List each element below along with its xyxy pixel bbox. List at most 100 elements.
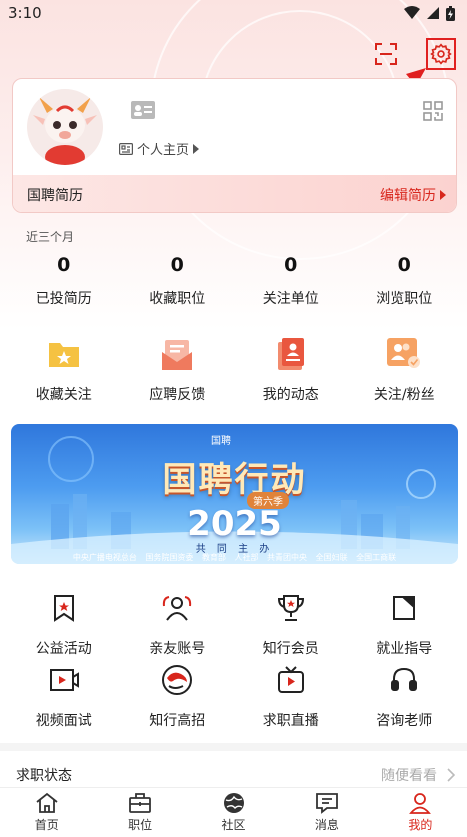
followers-icon (384, 334, 424, 374)
banner-organizers: 中央广播电视总台 国务院国资委 教育部 人社部 共青团中央 全国妇联 全国工商联 (72, 553, 397, 562)
stat-label: 收藏职位 (149, 291, 206, 307)
service-consult-teacher[interactable]: 咨询老师 (348, 660, 462, 730)
resume-bar[interactable]: 国聘简历 编辑简历 (13, 175, 456, 212)
service-label: 就业指导 (376, 641, 433, 657)
service-charity-events[interactable]: 公益活动 (7, 588, 121, 658)
job-status-value: 随便看看 (381, 765, 455, 785)
profile-card-icon (119, 142, 133, 155)
stat-value: 0 (57, 254, 71, 276)
tab-jobs[interactable]: 职位 (93, 788, 186, 837)
signal-icon (427, 7, 439, 19)
shortcut-label: 关注/粉丝 (373, 387, 435, 403)
live-tv-icon (271, 660, 311, 700)
tab-label: 社区 (221, 818, 246, 832)
service-job-live[interactable]: 求职直播 (234, 660, 348, 730)
stat-saved-jobs[interactable]: 0 收藏职位 (121, 254, 235, 308)
avatar[interactable] (27, 89, 103, 165)
service-video-interview[interactable]: 视频面试 (7, 660, 121, 730)
service-label: 知行高招 (149, 713, 206, 729)
service-label: 咨询老师 (376, 713, 433, 729)
wifi-icon (404, 6, 420, 19)
stat-label: 关注单位 (262, 291, 319, 307)
service-label: 视频面试 (35, 713, 92, 729)
stat-viewed-jobs[interactable]: 0 浏览职位 (348, 254, 462, 308)
video-interview-icon (44, 660, 84, 700)
qr-code-icon[interactable] (423, 101, 443, 125)
shortcut-label: 我的动态 (262, 387, 319, 403)
tab-me[interactable]: 我的 (374, 788, 467, 837)
tab-messages[interactable]: 消息 (280, 788, 373, 837)
shortcut-followers[interactable]: 关注/粉丝 (348, 334, 462, 404)
battery-icon (446, 5, 455, 21)
community-globe-icon (223, 793, 244, 813)
dragon-mascot-icon (33, 97, 97, 165)
id-card-icon[interactable] (131, 101, 155, 123)
headset-icon (384, 660, 424, 700)
service-label: 亲友账号 (149, 641, 206, 657)
service-family-account[interactable]: 亲友账号 (121, 588, 235, 658)
shortcut-favorites[interactable]: 收藏关注 (7, 334, 121, 404)
shortcut-my-posts[interactable]: 我的动态 (234, 334, 348, 404)
stat-label: 浏览职位 (376, 291, 433, 307)
shortcut-feedback[interactable]: 应聘反馈 (121, 334, 235, 404)
banner-year: 2025 (187, 504, 282, 544)
shortcut-label: 应聘反馈 (149, 387, 206, 403)
tab-label: 首页 (34, 818, 59, 832)
service-career-guidance[interactable]: 就业指导 (348, 588, 462, 658)
caret-right-icon (440, 189, 446, 200)
feedback-envelope-icon (157, 334, 197, 374)
job-status-hint: 随便看看 (381, 768, 437, 784)
status-icons (404, 5, 455, 21)
guide-book-icon (384, 588, 424, 628)
service-membership[interactable]: 知行会员 (234, 588, 348, 658)
job-status-row[interactable]: 求职状态 随便看看 (0, 760, 467, 790)
services-row-1: 公益活动 亲友账号 知行会员 就业指导 (7, 588, 461, 658)
tab-label: 消息 (314, 818, 339, 832)
tab-label: 职位 (128, 818, 153, 832)
message-icon (316, 793, 338, 814)
edit-resume-label: 编辑简历 (380, 187, 436, 204)
service-zhixing-recruit[interactable]: 知行高招 (121, 660, 235, 730)
home-icon (36, 792, 58, 813)
service-label: 求职直播 (262, 713, 319, 729)
resume-title: 国聘简历 (27, 187, 83, 204)
family-account-icon (157, 588, 197, 628)
service-label: 公益活动 (35, 641, 92, 657)
stats-row: 0 已投简历 0 收藏职位 0 关注单位 0 浏览职位 (0, 254, 467, 308)
service-label: 知行会员 (262, 641, 319, 657)
stat-value: 0 (284, 254, 298, 276)
folder-star-icon (44, 334, 84, 374)
homepage-link[interactable]: 个人主页 (119, 139, 200, 158)
zhixing-logo-icon (157, 660, 197, 700)
profile-card: 个人主页 国聘简历 编辑简历 (12, 78, 457, 213)
bookmark-star-icon (44, 588, 84, 628)
promo-banner[interactable]: 国聘 国聘行动 第六季 2025 共 同 主 办 中央广播电视总台 国务院国资委… (11, 424, 458, 564)
homepage-label: 个人主页 (137, 143, 190, 158)
tab-community[interactable]: 社区 (187, 788, 280, 837)
shortcuts-row: 收藏关注 应聘反馈 我的动态 关注/粉丝 (7, 334, 461, 404)
briefcase-icon (129, 793, 152, 813)
bottom-tab-bar: 首页 职位 社区 消息 我的 (0, 787, 467, 837)
status-time: 3:10 (8, 4, 42, 22)
stat-value: 0 (397, 254, 411, 276)
stat-followed-companies[interactable]: 0 关注单位 (234, 254, 348, 308)
services-row-2: 视频面试 知行高招 求职直播 咨询老师 (7, 660, 461, 730)
banner-logo: 国聘 (211, 436, 231, 447)
section-divider (0, 743, 467, 751)
stat-applied-resumes[interactable]: 0 已投简历 (7, 254, 121, 308)
chevron-right-icon (447, 768, 455, 782)
trophy-icon (271, 588, 311, 628)
job-status-title: 求职状态 (16, 768, 72, 784)
stat-label: 已投简历 (35, 291, 92, 307)
tab-label: 我的 (408, 818, 433, 832)
period-label: 近三个月 (26, 230, 75, 244)
banner-title: 国聘行动 (162, 460, 307, 500)
edit-resume-button[interactable]: 编辑简历 (380, 185, 446, 205)
shortcut-label: 收藏关注 (35, 387, 92, 403)
post-icon (271, 334, 311, 374)
profile-icon (409, 793, 432, 814)
caret-right-icon (193, 143, 200, 154)
tab-home[interactable]: 首页 (0, 788, 93, 837)
stat-value: 0 (170, 254, 184, 276)
status-bar: 3:10 (0, 0, 467, 26)
